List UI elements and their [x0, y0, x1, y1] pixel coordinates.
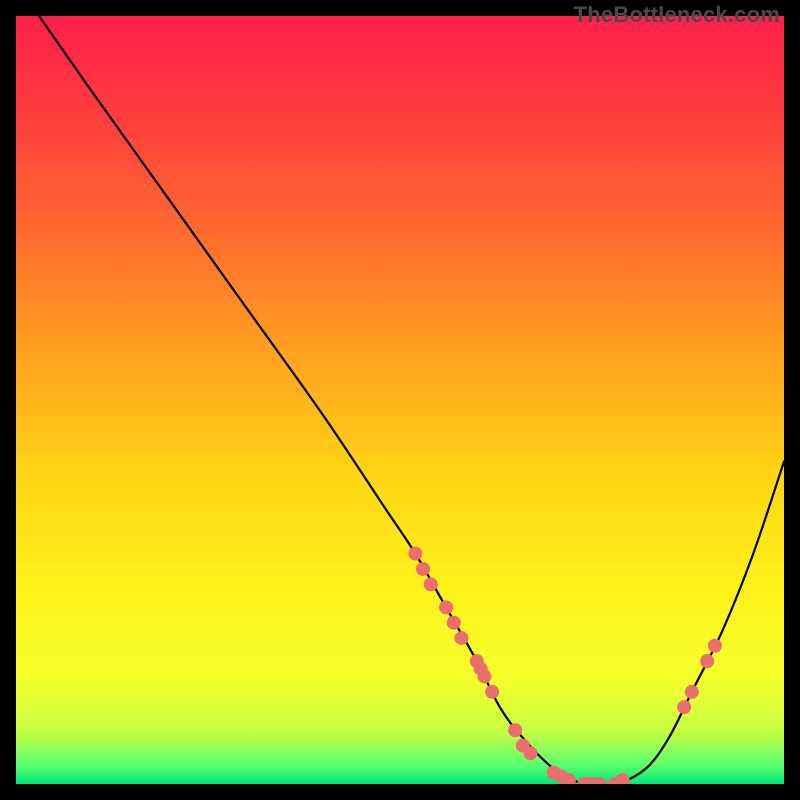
- data-marker: [485, 685, 499, 699]
- data-marker: [524, 746, 538, 760]
- data-marker: [454, 631, 468, 645]
- data-marker: [439, 600, 453, 614]
- data-marker: [477, 669, 491, 683]
- data-marker: [508, 723, 522, 737]
- data-marker: [416, 562, 430, 576]
- data-marker: [677, 700, 691, 714]
- data-marker: [700, 654, 714, 668]
- data-marker: [708, 639, 722, 653]
- bottleneck-chart: [16, 16, 784, 784]
- data-marker: [408, 547, 422, 561]
- data-marker: [685, 685, 699, 699]
- chart-frame: [16, 16, 784, 784]
- data-marker: [447, 616, 461, 630]
- gradient-background: [16, 16, 784, 784]
- watermark-text: TheBottleneck.com: [574, 2, 780, 28]
- data-marker: [424, 577, 438, 591]
